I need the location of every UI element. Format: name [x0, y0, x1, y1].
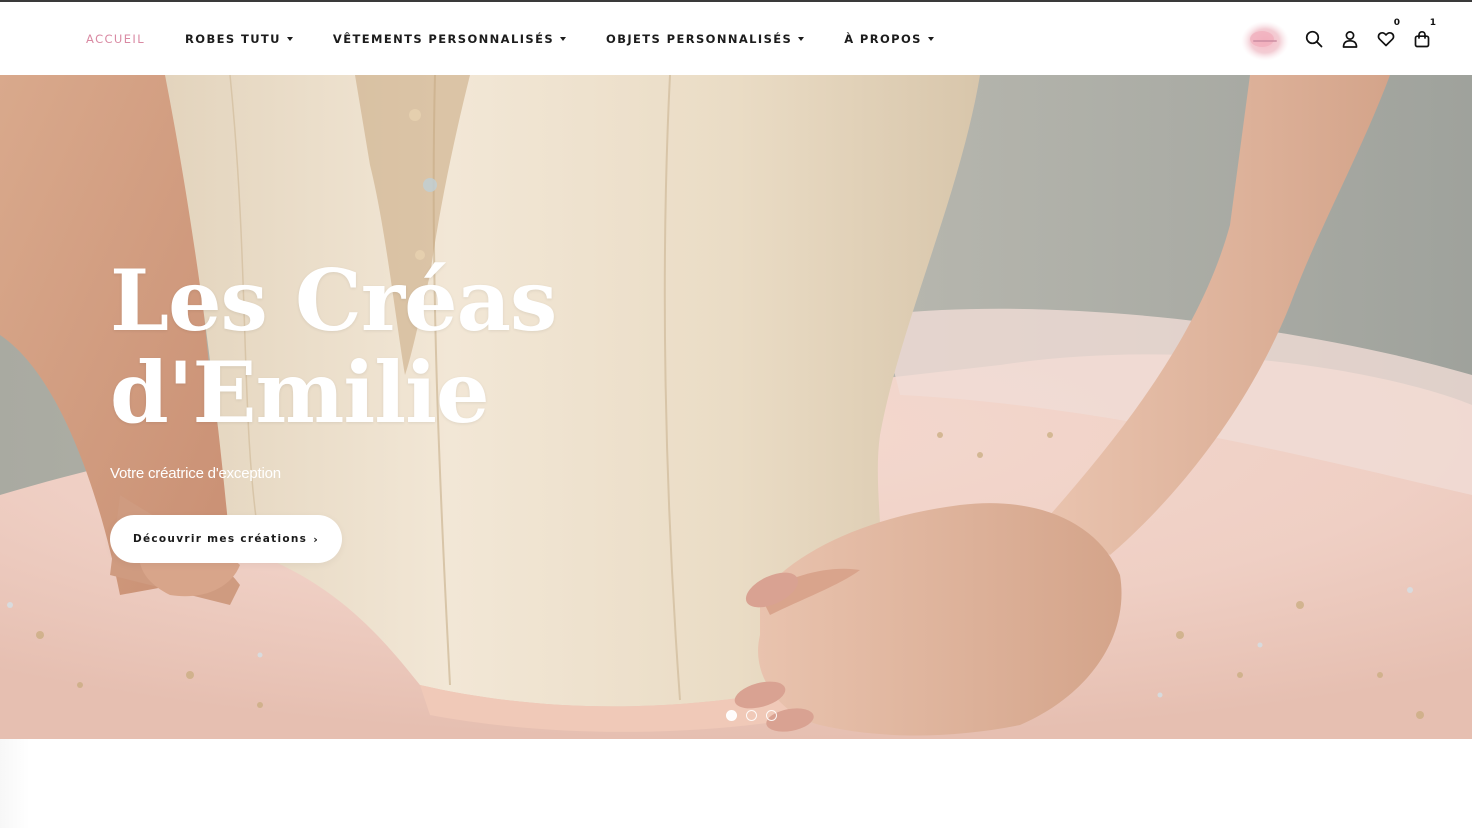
- slider-pagination: [726, 710, 786, 721]
- header-icons: 0 1: [1296, 2, 1440, 75]
- slide-dot-3[interactable]: [766, 710, 777, 721]
- chevron-right-icon: ›: [313, 532, 320, 546]
- caret-down-icon: [927, 36, 934, 41]
- heart-icon: [1377, 31, 1395, 46]
- slide-dot-1[interactable]: [726, 710, 737, 721]
- site-header: ACCUEIL ROBES TUTU VÊTEMENTS PERSONNALIS…: [0, 2, 1472, 75]
- cta-label: Découvrir mes créations: [132, 533, 308, 545]
- slide-dot-2[interactable]: [746, 710, 757, 721]
- nav-item-a-propos[interactable]: À PROPOS: [844, 32, 934, 46]
- nav-item-robes-tutu[interactable]: ROBES TUTU: [185, 32, 293, 46]
- shopping-bag-icon: [1414, 30, 1430, 47]
- nav-item-vetements-personnalises[interactable]: VÊTEMENTS PERSONNALISÉS: [332, 31, 567, 46]
- hero-title-line1: Les Créas: [110, 251, 557, 350]
- search-button[interactable]: [1296, 24, 1332, 54]
- wishlist-count: 0: [1393, 17, 1400, 28]
- wishlist-button[interactable]: 0: [1368, 18, 1404, 54]
- account-button[interactable]: [1332, 24, 1368, 54]
- page-content-area: [0, 739, 1472, 828]
- discover-creations-button[interactable]: Découvrir mes créations ›: [110, 515, 342, 563]
- main-nav: ACCUEIL ROBES TUTU VÊTEMENTS PERSONNALIS…: [86, 2, 974, 75]
- nav-item-label: VÊTEMENTS PERSONNALISÉS: [332, 31, 555, 46]
- caret-down-icon: [286, 36, 293, 41]
- site-logo[interactable]: [1240, 18, 1290, 64]
- search-icon: [1305, 30, 1323, 47]
- hero-title-line2: d'Emilie: [110, 343, 490, 442]
- nav-item-accueil[interactable]: ACCUEIL: [86, 32, 145, 46]
- cart-count: 1: [1429, 17, 1436, 28]
- nav-item-label: ROBES TUTU: [185, 31, 281, 46]
- caret-down-icon: [560, 36, 567, 41]
- hero-subtitle: Votre créatrice d'exception: [110, 465, 281, 482]
- nav-item-label: À PROPOS: [844, 31, 922, 46]
- caret-down-icon: [798, 36, 805, 41]
- cart-button[interactable]: 1: [1404, 18, 1440, 54]
- nav-item-objets-personnalises[interactable]: OBJETS PERSONNALISÉS: [606, 31, 805, 46]
- nav-item-label: ACCUEIL: [86, 31, 146, 46]
- edge-shadow: [0, 739, 30, 828]
- nav-item-label: OBJETS PERSONNALISÉS: [606, 31, 793, 46]
- hero-title: Les Créas d'Emilie: [110, 255, 630, 439]
- hero-banner: Les Créas d'Emilie Votre créatrice d'exc…: [0, 75, 1472, 739]
- user-icon: [1342, 30, 1358, 48]
